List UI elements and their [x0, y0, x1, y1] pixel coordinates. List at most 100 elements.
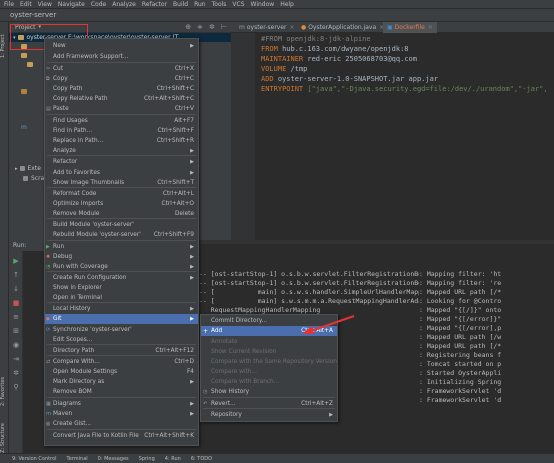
menu-item-run[interactable]: ▶ Run ▶ [45, 242, 198, 252]
menu-edit[interactable]: Edit [20, 1, 32, 8]
bottom-tab-0-messages[interactable]: 0: Messages [98, 456, 129, 462]
hide-icon[interactable]: ⊢ [221, 23, 227, 31]
settings-icon[interactable]: ✲ [12, 369, 20, 377]
menu-vcs[interactable]: VCS [232, 1, 244, 8]
menu-navigate[interactable]: Navigate [58, 1, 85, 8]
menu-item-reformat-code[interactable]: Reformat Code Ctrl+Alt+L [45, 189, 198, 199]
menu-item-copy-relative-path[interactable]: Copy Relative Path Ctrl+Alt+Shift+C [45, 94, 198, 104]
menu-item-show-image-thumbnails[interactable]: Show Image Thumbnails Ctrl+Shift+T [45, 178, 198, 188]
menu-item-find-in-path[interactable]: Find in Path... Ctrl+Shift+F [45, 126, 198, 136]
menu-item-new[interactable]: New ▶ [45, 41, 198, 51]
soft-wrap-icon[interactable]: ≡ [12, 313, 20, 321]
run-icon: ▶ [46, 244, 50, 250]
git-menu-item-show-history[interactable]: ◷ Show History [201, 387, 337, 397]
tree-row-main[interactable] [9, 60, 36, 69]
menu-item-remove-module[interactable]: Remove Module Delete [45, 209, 198, 219]
tab-oyster-server[interactable]: m oyster-server × [235, 22, 299, 33]
breadcrumb-project[interactable]: oyster-server [10, 11, 56, 19]
tree-row-external-libraries[interactable]: ▸ Exte [9, 164, 41, 173]
menu-item-optimize-imports[interactable]: Optimize Imports Ctrl+Alt+O [45, 199, 198, 209]
menu-build[interactable]: Build [173, 1, 188, 8]
gear-icon[interactable]: ✲ [209, 23, 215, 31]
menu-help[interactable]: Help [280, 1, 294, 8]
scroll-from-source-icon[interactable]: ≑ [197, 23, 203, 31]
submenu-arrow-icon: ▶ [190, 401, 194, 407]
menu-item-copy[interactable]: ⧉ Copy Ctrl+C [45, 74, 198, 84]
tree-row-pom[interactable]: m [9, 123, 29, 132]
menu-item-create-gist[interactable]: ◎ Create Gist... [45, 419, 198, 429]
menu-view[interactable]: View [38, 1, 52, 8]
favorites-tool-tab[interactable]: 2: Favorites [0, 367, 9, 415]
submenu-arrow-icon: ▶ [190, 254, 194, 260]
menu-item-add-to-favorites[interactable]: Add to Favorites ▶ [45, 168, 198, 178]
menu-item-shortcut: Ctrl+Alt+Shift+K [144, 433, 194, 439]
menu-item-shortcut: Ctrl+Alt+L [162, 191, 194, 197]
menu-item-mark-directory-as[interactable]: Mark Directory as ▶ [45, 377, 198, 387]
java-class-icon: ● [301, 24, 307, 31]
menu-item-synchronize-oyster-server[interactable]: ⟳ Synchronize 'oyster-server' [45, 325, 198, 335]
menu-item-edit-scopes[interactable]: Edit Scopes... [45, 335, 198, 345]
menu-item-debug[interactable]: ✹ Debug ▶ [45, 252, 198, 262]
menu-item-local-history[interactable]: Local History ▶ [45, 304, 198, 314]
menu-item-add-framework-support[interactable]: Add Framework Support... [45, 52, 198, 62]
sync-icon[interactable]: ⊕ [185, 23, 191, 31]
bottom-tab-9-version-control[interactable]: 9: Version Control [12, 456, 57, 462]
editor-content[interactable]: #FROM openjdk:8-jdk-alpine FROM hub.c.16… [255, 33, 554, 241]
tree-row-target[interactable] [9, 87, 30, 96]
tab-oyster-application[interactable]: ● OysterApplication.java × [297, 22, 388, 33]
up-icon[interactable]: ↑ [12, 271, 20, 279]
menu-item-git[interactable]: ◆ Git ▶ [45, 314, 198, 324]
menu-item-open-module-settings[interactable]: Open Module Settings F4 [45, 367, 198, 377]
tree-row-src[interactable] [9, 51, 30, 60]
menu-window[interactable]: Window [251, 1, 275, 8]
restore-layout-icon[interactable]: ⊞ [12, 327, 20, 335]
pin-icon[interactable]: ⚲ [12, 383, 20, 391]
menu-item-directory-path[interactable]: Directory Path Ctrl+Alt+F12 [45, 346, 198, 356]
tab-dockerfile[interactable]: ▣ Dockerfile × [383, 22, 437, 33]
menu-item-copy-path[interactable]: Copy Path Ctrl+Shift+C [45, 84, 198, 94]
menu-item-run-with-coverage[interactable]: ◔ Run with Coverage ▶ [45, 262, 198, 272]
menu-item-diagrams[interactable]: ▦ Diagrams ▶ [45, 399, 198, 409]
menu-item-build-module-oyster-server[interactable]: Build Module 'oyster-server' [45, 220, 198, 230]
menu-item-convert-java-file-to-kotlin-file[interactable]: Convert Java File to Kotlin File Ctrl+Alt… [45, 431, 198, 441]
tree-row-scratches[interactable]: Scra [9, 174, 44, 183]
menu-item-refactor[interactable]: Refactor ▶ [45, 157, 198, 167]
menu-item-compare-with[interactable]: ⇄ Compare With... Ctrl+D [45, 357, 198, 367]
project-tool-tab[interactable]: 1: Project [0, 26, 9, 66]
git-menu-item-revert[interactable]: ↶ Revert... Ctrl+Alt+Z [201, 399, 337, 409]
menu-separator [47, 114, 196, 115]
menu-run[interactable]: Run [194, 1, 206, 8]
menu-code[interactable]: Code [91, 1, 106, 8]
git-menu-item-repository[interactable]: Repository ▶ [201, 410, 337, 420]
menu-item-show-in-explorer[interactable]: Show in Explorer [45, 283, 198, 293]
menu-item-shortcut: Ctrl+Shift+F9 [153, 232, 194, 238]
menu-tools[interactable]: Tools [212, 1, 227, 8]
console-line: -- [ost-startStop-1] o.s.b.w.servlet.Fil… [199, 279, 501, 288]
down-icon[interactable]: ↓ [12, 285, 20, 293]
close-icon[interactable]: × [290, 24, 295, 31]
rerun-icon[interactable]: ▶ [12, 257, 20, 265]
menu-item-create-run-configuration[interactable]: Create Run Configuration ▶ [45, 273, 198, 283]
code-line-1: #FROM openjdk:8-jdk-alpine [261, 35, 371, 43]
bottom-tab-terminal[interactable]: Terminal [67, 456, 88, 462]
menu-item-shortcut: Ctrl+D [174, 359, 194, 365]
menu-item-analyze[interactable]: Analyze ▶ [45, 146, 198, 156]
bottom-tab-4-run[interactable]: 4: Run [165, 456, 181, 462]
camera-icon[interactable]: ◉ [12, 341, 20, 349]
menu-item-find-usages[interactable]: Find Usages Alt+F7 [45, 116, 198, 126]
menu-item-maven[interactable]: m Maven ▶ [45, 409, 198, 419]
close-icon[interactable]: × [428, 24, 433, 31]
menu-file[interactable]: File [4, 1, 14, 8]
bottom-tab-6-todo[interactable]: 6: TODO [191, 456, 212, 462]
exit-icon[interactable]: ⇥ [12, 355, 20, 363]
menu-item-remove-bom[interactable]: Remove BOM [45, 387, 198, 397]
menu-item-paste[interactable]: ▤ Paste Ctrl+V [45, 104, 198, 114]
bottom-tab-spring[interactable]: Spring [139, 456, 155, 462]
menu-refactor[interactable]: Refactor [142, 1, 167, 8]
menu-item-cut[interactable]: ✂ Cut Ctrl+X [45, 64, 198, 74]
menu-item-replace-in-path[interactable]: Replace in Path... Ctrl+Shift+R [45, 136, 198, 146]
menu-item-rebuild-module-oyster-server[interactable]: Rebuild Module 'oyster-server' Ctrl+Shift… [45, 230, 198, 240]
menu-item-open-in-terminal[interactable]: Open in Terminal [45, 293, 198, 303]
stop-icon[interactable]: ■ [12, 299, 20, 307]
menu-analyze[interactable]: Analyze [112, 1, 136, 8]
